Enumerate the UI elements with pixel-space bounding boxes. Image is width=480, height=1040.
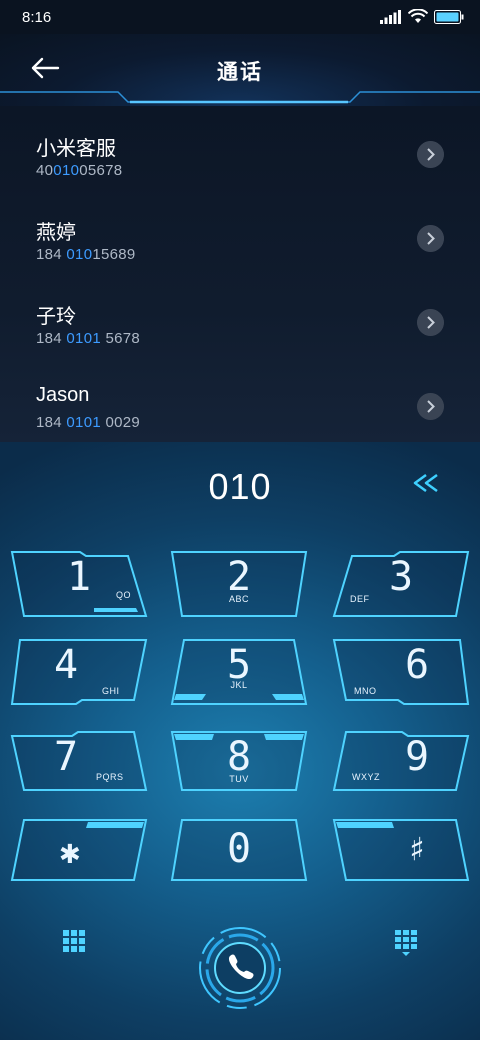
page-title: 通话 bbox=[217, 61, 263, 84]
number-highlight: 010 bbox=[53, 162, 80, 179]
hide-keypad-icon[interactable] bbox=[395, 930, 417, 958]
status-bar: 8:16 bbox=[0, 0, 480, 34]
list-item[interactable]: 子玲 184 0101 5678 bbox=[0, 274, 480, 358]
call-button[interactable] bbox=[196, 924, 284, 1012]
chevron-right-icon[interactable] bbox=[417, 141, 444, 168]
header-decoration bbox=[0, 91, 480, 104]
contact-name: 燕婷 bbox=[36, 222, 76, 244]
key-7[interactable]: 7 PQRS bbox=[10, 730, 148, 798]
key-0[interactable]: 0 bbox=[170, 818, 308, 886]
status-time: 8:16 bbox=[22, 9, 52, 26]
number-highlight: 0101 bbox=[66, 330, 101, 347]
list-item[interactable]: 小米客服 4001005678 bbox=[0, 106, 480, 190]
contact-number: 184 0101 0029 bbox=[36, 414, 141, 431]
keypad-grid-icon[interactable] bbox=[63, 930, 85, 952]
key-8[interactable]: 8 TUV bbox=[170, 730, 308, 798]
battery-icon bbox=[434, 9, 464, 24]
key-9[interactable]: 9 WXYZ bbox=[332, 730, 470, 798]
dialed-number-display[interactable]: 010 bbox=[0, 466, 480, 508]
key-digit: ✱ bbox=[59, 832, 81, 872]
contact-number: 184 0101 5678 bbox=[36, 330, 141, 347]
signal-icon bbox=[380, 9, 401, 24]
key-5[interactable]: 5 JKL bbox=[170, 638, 308, 706]
key-digit: 6 bbox=[404, 642, 430, 688]
contact-list: 小米客服 4001005678 燕婷 184 01015689 子玲 184 0… bbox=[0, 106, 480, 442]
contact-name: 子玲 bbox=[36, 306, 76, 328]
key-letters: ABC bbox=[228, 594, 249, 604]
key-1[interactable]: 1 QO bbox=[10, 550, 148, 618]
key-digit: 0 bbox=[226, 826, 252, 872]
contact-number: 184 01015689 bbox=[36, 246, 136, 263]
status-icons bbox=[380, 9, 464, 24]
key-letters: MNO bbox=[354, 686, 377, 696]
contact-name: 小米客服 bbox=[36, 138, 116, 160]
key-3[interactable]: 3 DEF bbox=[332, 550, 470, 618]
contact-number: 4001005678 bbox=[36, 162, 123, 179]
key-hash[interactable]: ♯ bbox=[332, 818, 470, 886]
key-letters: QO bbox=[116, 590, 132, 600]
dialer-panel: 010 1 QO 2 ABC 3 DEF 4 GHI 5 JKL 6 MNO 7… bbox=[0, 442, 480, 1040]
key-star[interactable]: ✱ bbox=[10, 818, 148, 886]
wifi-icon bbox=[408, 9, 428, 23]
key-letters: WXYZ bbox=[352, 772, 380, 782]
key-6[interactable]: 6 MNO bbox=[332, 638, 470, 706]
list-item[interactable]: 燕婷 184 01015689 bbox=[0, 190, 480, 274]
key-digit: ♯ bbox=[406, 830, 428, 870]
contact-name: Jason bbox=[36, 384, 90, 406]
header-bar: 通话 bbox=[0, 34, 480, 106]
number-highlight: 010 bbox=[66, 246, 93, 263]
key-letters: DEF bbox=[350, 594, 370, 604]
chevron-right-icon[interactable] bbox=[417, 225, 444, 252]
key-digit: 4 bbox=[53, 642, 79, 688]
key-4[interactable]: 4 GHI bbox=[10, 638, 148, 706]
list-item[interactable]: Jason 184 0101 0029 bbox=[0, 358, 480, 442]
key-letters: GHI bbox=[102, 686, 120, 696]
key-letters: JKL bbox=[230, 680, 248, 690]
backspace-icon[interactable] bbox=[410, 472, 442, 494]
key-letters: TUV bbox=[229, 774, 249, 784]
key-letters: PQRS bbox=[96, 772, 124, 782]
chevron-right-icon[interactable] bbox=[417, 393, 444, 420]
chevron-right-icon[interactable] bbox=[417, 309, 444, 336]
number-highlight: 0101 bbox=[66, 414, 101, 431]
key-2[interactable]: 2 ABC bbox=[170, 550, 308, 618]
